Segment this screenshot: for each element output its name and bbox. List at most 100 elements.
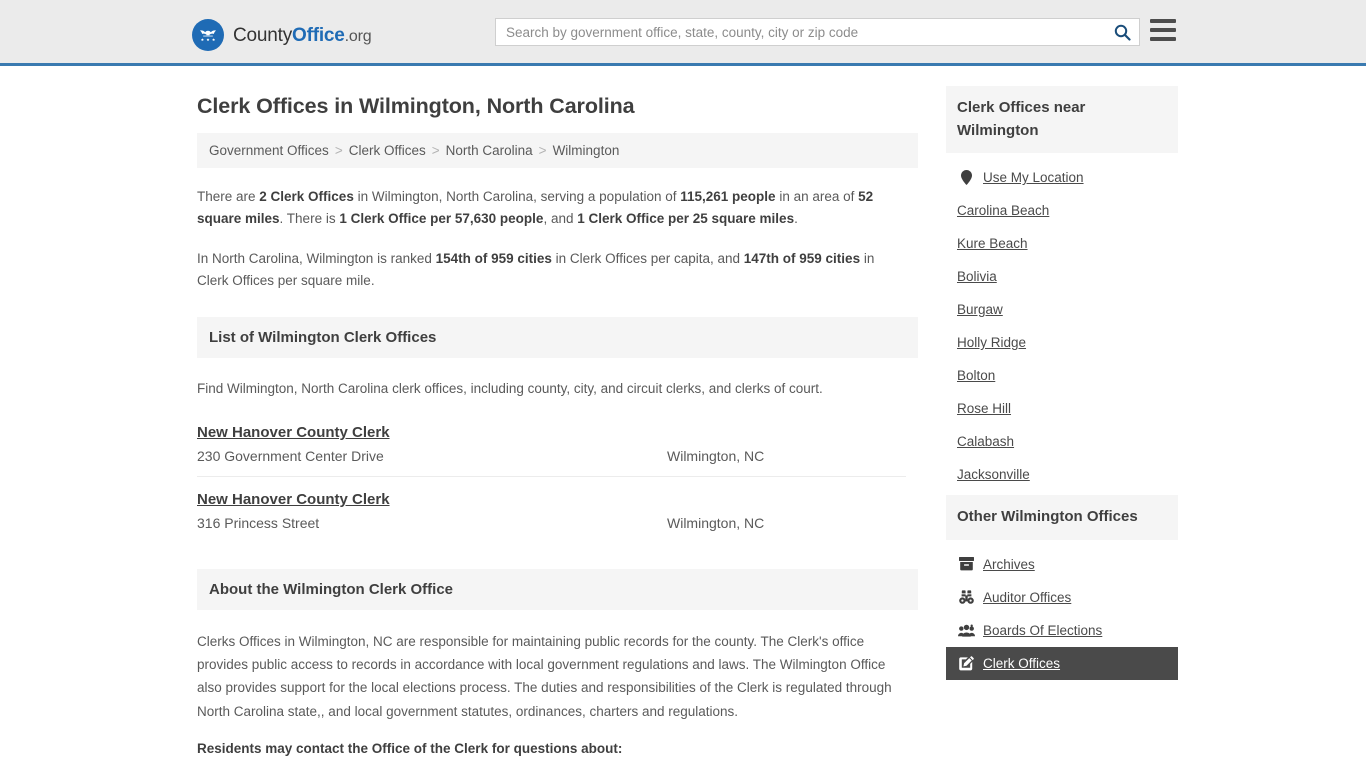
intro-text: There are — [197, 189, 260, 204]
intro-paragraph-2: In North Carolina, Wilmington is ranked … — [197, 248, 906, 292]
site-logo-text: CountyOffice.org — [233, 24, 372, 46]
intro-text: . — [794, 210, 798, 226]
content-container: Clerk Offices in Wilmington, North Carol… — [188, 66, 1178, 768]
eagle-seal-icon — [192, 19, 224, 51]
intro-text: in an area of — [775, 189, 859, 204]
section-heading-list: List of Wilmington Clerk Offices — [197, 317, 918, 359]
search-bar — [495, 18, 1140, 46]
sidebar-item-label: Bolivia — [957, 269, 997, 284]
breadcrumb-separator: > — [334, 143, 343, 158]
menu-bar-3 — [1150, 37, 1176, 41]
sidebar-item-rose-hill[interactable]: Rose Hill — [946, 392, 1178, 425]
list-section-body: Find Wilmington, North Carolina clerk of… — [188, 378, 918, 543]
sidebar-item-label: Calabash — [957, 434, 1015, 449]
office-name-link[interactable]: New Hanover County Clerk — [197, 491, 390, 508]
about-section-body: Clerks Offices in Wilmington, NC are res… — [188, 630, 918, 768]
stat-rank-area: 147th of 959 cities — [743, 250, 861, 266]
site-logo[interactable]: CountyOffice.org — [192, 19, 372, 51]
breadcrumb: Government Offices > Clerk Offices > North C… — [197, 133, 918, 168]
other-offices-heading: Other Wilmington Offices — [946, 495, 1178, 540]
breadcrumb-item-3[interactable]: Wilmington — [553, 143, 620, 158]
sidebar-item-label: Holly Ridge — [957, 335, 1027, 350]
sidebar-item-label: Boards Of Elections — [983, 622, 1103, 638]
sidebar-item-label: Clerk Offices — [983, 655, 1061, 671]
site-header: CountyOffice.org — [0, 0, 1366, 66]
logo-text-org: .org — [344, 27, 372, 45]
about-paragraph: Clerks Offices in Wilmington, NC are res… — [197, 634, 892, 719]
sidebar-item-label: Carolina Beach — [957, 203, 1050, 218]
office-address: 316 Princess Street — [197, 515, 320, 532]
intro-paragraph-1: There are 2 Clerk Offices in Wilmington,… — [197, 186, 906, 230]
sidebar-item-label: Jacksonville — [957, 467, 1030, 482]
people-group-icon — [957, 624, 975, 637]
other-offices-panel: Other Wilmington Offices Archives Audito… — [946, 495, 1178, 680]
menu-bar-1 — [1150, 19, 1176, 23]
section-heading-about: About the Wilmington Clerk Office — [197, 569, 918, 611]
sidebar-item-label: Use My Location — [983, 170, 1084, 185]
search-icon — [1114, 24, 1131, 41]
office-address: 230 Government Center Drive — [197, 448, 384, 465]
nearby-offices-panel: Clerk Offices near Wilmington Use My Loc… — [946, 86, 1178, 491]
nearby-offices-links: Use My Location Carolina Beach Kure Beac… — [946, 153, 1178, 491]
breadcrumb-separator: > — [431, 143, 440, 158]
map-pin-icon — [957, 170, 975, 185]
breadcrumb-item-1[interactable]: Clerk Offices — [349, 143, 426, 158]
intro-text: In North Carolina, Wilmington is ranked — [197, 250, 436, 266]
sidebar-item-archives[interactable]: Archives — [946, 548, 1178, 581]
intro-block: There are 2 Clerk Offices in Wilmington,… — [188, 186, 918, 291]
edit-square-icon — [957, 655, 975, 671]
binoculars-icon — [957, 589, 975, 605]
logo-text-county: County — [233, 24, 293, 46]
office-city: Wilmington, NC — [667, 515, 765, 532]
intro-text: in Wilmington, North Carolina, serving a… — [353, 189, 681, 204]
menu-bar-2 — [1150, 28, 1176, 32]
stat-population: 115,261 people — [680, 189, 776, 204]
stat-office-count: 2 Clerk Offices — [259, 189, 354, 204]
office-meta: 316 Princess Street Wilmington, NC — [197, 515, 906, 531]
office-list: New Hanover County Clerk 230 Government … — [197, 410, 906, 543]
sidebar-item-label: Archives — [983, 556, 1035, 572]
sidebar-item-carolina-beach[interactable]: Carolina Beach — [946, 194, 1178, 227]
table-row[interactable]: New Hanover County Clerk 230 Government … — [197, 410, 906, 476]
sidebar-item-label: Kure Beach — [957, 236, 1028, 251]
sidebar-item-kure-beach[interactable]: Kure Beach — [946, 227, 1178, 260]
search-button[interactable] — [1105, 19, 1139, 45]
sidebar-item-bolivia[interactable]: Bolivia — [946, 260, 1178, 293]
sidebar-item-calabash[interactable]: Calabash — [946, 425, 1178, 458]
breadcrumb-item-2[interactable]: North Carolina — [446, 143, 533, 158]
office-name-link[interactable]: New Hanover County Clerk — [197, 424, 390, 441]
office-meta: 230 Government Center Drive Wilmington, … — [197, 448, 906, 464]
sidebar: Clerk Offices near Wilmington Use My Loc… — [946, 86, 1178, 684]
sidebar-item-burgaw[interactable]: Burgaw — [946, 293, 1178, 326]
stat-per-area: 1 Clerk Office per 25 square miles — [577, 210, 795, 226]
breadcrumb-separator: > — [538, 143, 547, 158]
office-city: Wilmington, NC — [667, 448, 765, 465]
intro-text: . There is — [279, 210, 340, 226]
table-row[interactable]: New Hanover County Clerk 316 Princess St… — [197, 476, 906, 543]
sidebar-item-auditor-offices[interactable]: Auditor Offices — [946, 581, 1178, 614]
breadcrumb-item-0[interactable]: Government Offices — [209, 143, 329, 158]
other-offices-links: Archives Auditor Offices Boards Of Elect… — [946, 540, 1178, 680]
list-section-lede: Find Wilmington, North Carolina clerk of… — [197, 381, 823, 397]
sidebar-item-jacksonville[interactable]: Jacksonville — [946, 458, 1178, 491]
logo-text-office: Office — [292, 24, 345, 46]
main-column: Clerk Offices in Wilmington, North Carol… — [188, 86, 918, 768]
sidebar-item-clerk-offices[interactable]: Clerk Offices — [946, 646, 1178, 680]
sidebar-item-boards-of-elections[interactable]: Boards Of Elections — [946, 614, 1178, 647]
sidebar-item-bolton[interactable]: Bolton — [946, 359, 1178, 392]
intro-text: , and — [543, 210, 578, 226]
stat-rank-capita: 154th of 959 cities — [435, 250, 552, 266]
sidebar-item-label: Bolton — [957, 368, 996, 383]
nearby-offices-heading: Clerk Offices near Wilmington — [946, 86, 1178, 153]
sidebar-item-use-my-location[interactable]: Use My Location — [946, 161, 1178, 194]
search-input[interactable] — [496, 19, 1105, 45]
hamburger-menu-icon[interactable] — [1150, 19, 1176, 41]
page-title: Clerk Offices in Wilmington, North Carol… — [197, 94, 635, 118]
page-body: Clerk Offices in Wilmington, North Carol… — [0, 66, 1366, 768]
archive-box-icon — [957, 557, 975, 571]
sidebar-item-label: Auditor Offices — [983, 589, 1072, 605]
sidebar-item-holly-ridge[interactable]: Holly Ridge — [946, 326, 1178, 359]
sidebar-item-label: Rose Hill — [957, 401, 1012, 416]
about-subheading: Residents may contact the Office of the … — [197, 740, 623, 756]
intro-text: in Clerk Offices per capita, and — [551, 250, 744, 266]
